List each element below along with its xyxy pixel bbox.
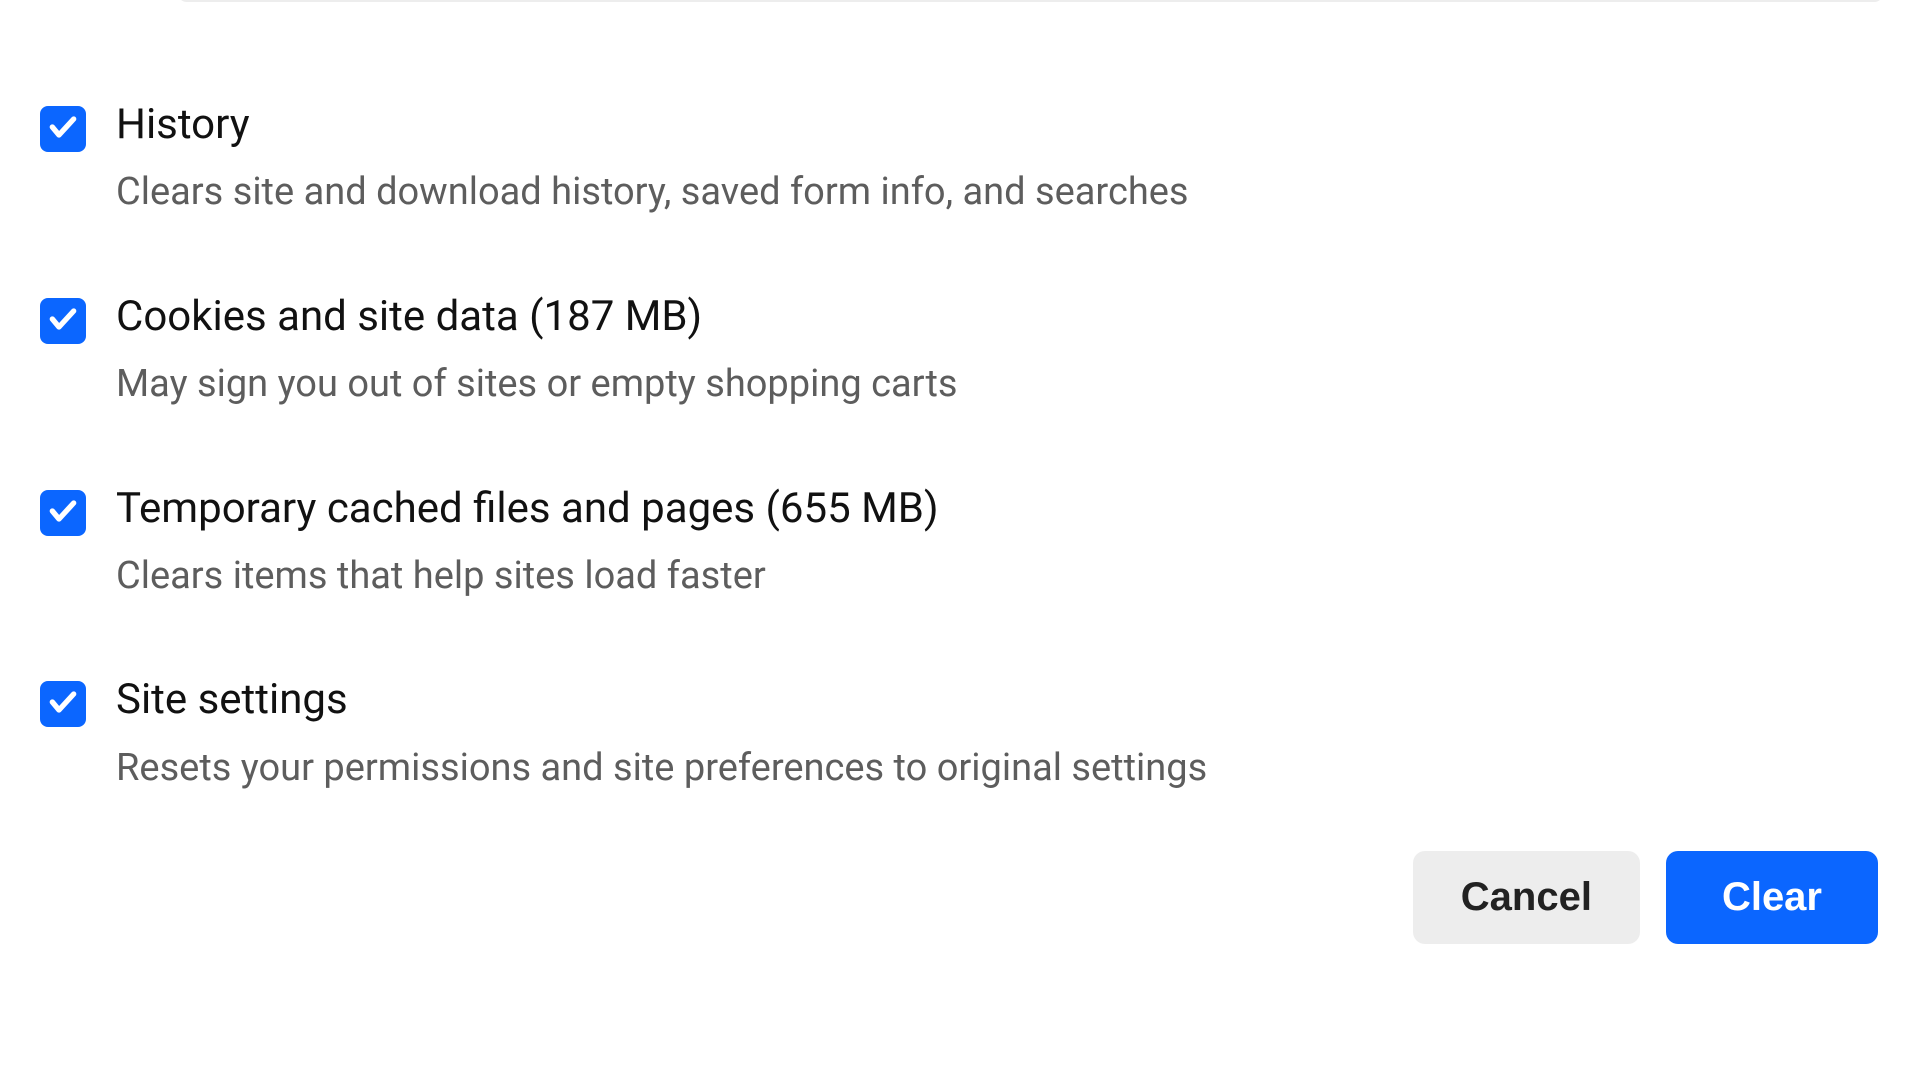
- option-title: History: [116, 102, 1189, 148]
- checkbox-cookies[interactable]: [40, 298, 86, 344]
- clear-data-dialog: When: Last hour History Clears site and …: [0, 0, 1924, 944]
- option-description: Clears site and download history, saved …: [116, 170, 1189, 216]
- options-list: History Clears site and download history…: [40, 102, 1884, 791]
- option-description: Clears items that help sites load faster: [116, 554, 939, 600]
- option-description: Resets your permissions and site prefere…: [116, 746, 1207, 792]
- option-text: History Clears site and download history…: [116, 102, 1189, 216]
- cancel-button[interactable]: Cancel: [1413, 851, 1640, 944]
- checkmark-icon: [47, 686, 79, 722]
- checkmark-icon: [47, 495, 79, 531]
- option-history: History Clears site and download history…: [40, 102, 1884, 216]
- option-title: Temporary cached files and pages (655 MB…: [116, 486, 939, 532]
- option-text: Temporary cached files and pages (655 MB…: [116, 486, 939, 600]
- checkmark-icon: [47, 111, 79, 147]
- button-row: Cancel Clear: [40, 851, 1884, 944]
- option-description: May sign you out of sites or empty shopp…: [116, 362, 958, 408]
- when-select[interactable]: Last hour: [177, 0, 1884, 2]
- checkmark-icon: [47, 303, 79, 339]
- checkbox-history[interactable]: [40, 106, 86, 152]
- option-cache: Temporary cached files and pages (655 MB…: [40, 486, 1884, 600]
- clear-button[interactable]: Clear: [1666, 851, 1878, 944]
- option-text: Cookies and site data (187 MB) May sign …: [116, 294, 958, 408]
- checkbox-cache[interactable]: [40, 490, 86, 536]
- option-cookies: Cookies and site data (187 MB) May sign …: [40, 294, 1884, 408]
- option-site-settings: Site settings Resets your permissions an…: [40, 677, 1884, 791]
- when-row: When: Last hour: [40, 0, 1884, 6]
- when-label: When:: [40, 0, 153, 6]
- option-title: Site settings: [116, 677, 1207, 723]
- checkbox-site-settings[interactable]: [40, 681, 86, 727]
- option-title: Cookies and site data (187 MB): [116, 294, 958, 340]
- option-text: Site settings Resets your permissions an…: [116, 677, 1207, 791]
